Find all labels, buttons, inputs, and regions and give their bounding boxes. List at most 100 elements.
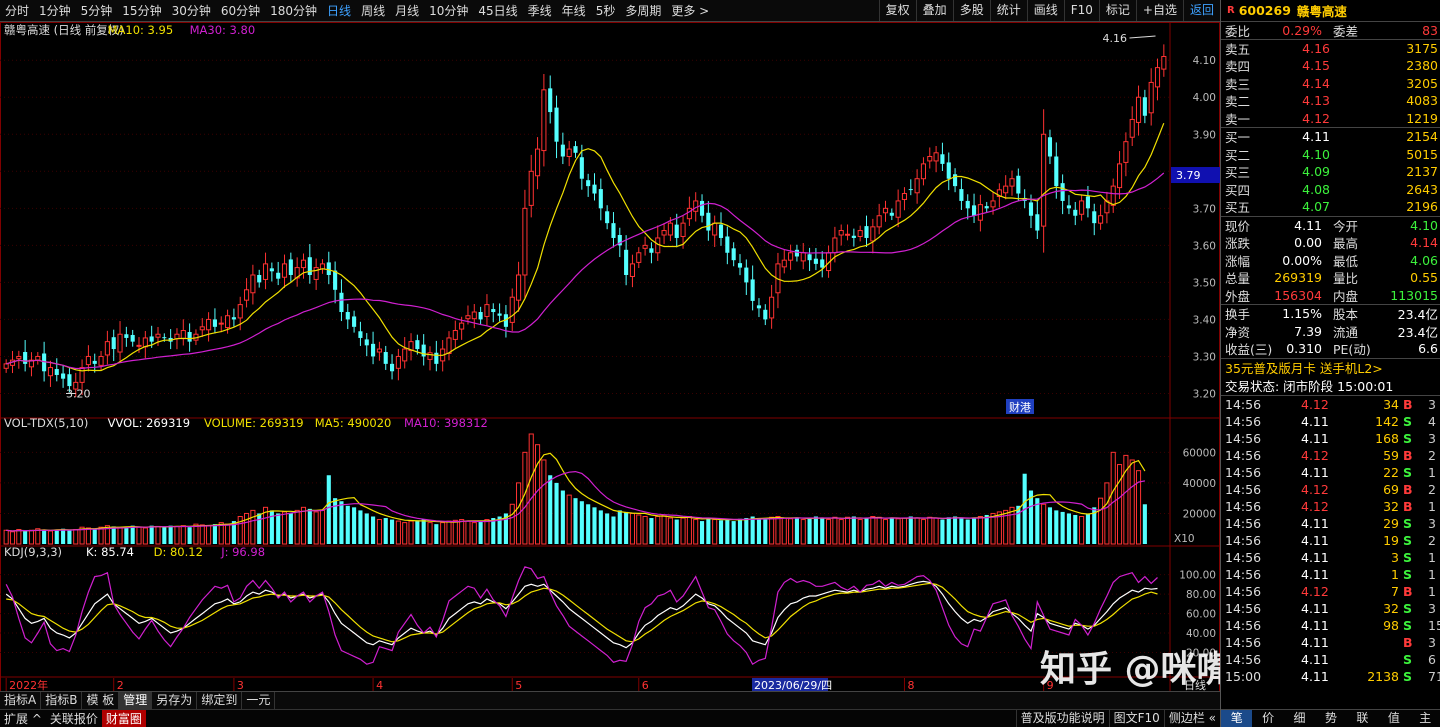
stat-label-2: 股本 <box>1333 307 1359 323</box>
tool-button-7[interactable]: +自选 <box>1135 0 1183 21</box>
tick-volume: 32 <box>1383 600 1399 616</box>
period-tab-2[interactable]: 5分钟 <box>76 2 118 19</box>
candle-body <box>358 331 363 338</box>
indicator-tab-5[interactable]: 绑定到 <box>197 692 243 709</box>
period-tab-4[interactable]: 30分钟 <box>167 2 216 19</box>
stat-value-2: 0.55 <box>1410 270 1438 286</box>
candle-body <box>560 144 565 157</box>
period-tab-3[interactable]: 15分钟 <box>117 2 166 19</box>
tool-button-8[interactable]: 返回 <box>1182 0 1220 21</box>
candle-body <box>864 226 869 238</box>
stat-value-2: 4.14 <box>1410 235 1438 251</box>
status-link-1[interactable]: 关联报价 <box>46 710 102 727</box>
status-right-2[interactable]: 侧边栏 « <box>1163 710 1220 727</box>
side-tab-3[interactable]: 势 <box>1315 710 1346 727</box>
period-tab-13[interactable]: 年线 <box>557 2 591 19</box>
candle-body <box>1161 56 1167 70</box>
period-tab-6[interactable]: 180分钟 <box>265 2 322 19</box>
tick-price: 4.11 <box>1301 532 1329 548</box>
period-tab-1[interactable]: 1分钟 <box>34 2 76 19</box>
side-tab-4[interactable]: 联 <box>1347 710 1378 727</box>
period-tab-12[interactable]: 季线 <box>523 2 557 19</box>
side-tab-2[interactable]: 细 <box>1284 710 1315 727</box>
candle-body <box>611 223 616 238</box>
side-tab-6[interactable]: 主 <box>1410 710 1440 727</box>
candle-body <box>269 268 274 272</box>
tool-button-4[interactable]: 画线 <box>1026 0 1064 21</box>
status-link-0[interactable]: 扩展 ^ <box>0 710 46 727</box>
candle-body <box>674 224 679 238</box>
volume-bar <box>193 523 199 545</box>
volume-bar <box>1129 459 1135 545</box>
candle-body <box>1135 96 1142 123</box>
side-tab-0[interactable]: 笔 <box>1221 710 1253 727</box>
kline-chart[interactable]: 3.203.303.403.503.603.703.803.904.004.10… <box>0 22 1220 692</box>
tick-row: 14:56 4.12 59 B 2 <box>1221 447 1440 464</box>
period-tab-5[interactable]: 60分钟 <box>216 2 265 19</box>
tick-count: 3 <box>1428 515 1436 531</box>
tick-count: 1 <box>1428 583 1436 599</box>
indicator-tab-3[interactable]: 管理 <box>119 692 153 709</box>
period-tab-0[interactable]: 分时 <box>0 2 34 19</box>
bids-price: 4.09 <box>1302 164 1330 180</box>
period-tab-9[interactable]: 月线 <box>390 2 424 19</box>
stats-block-2: 换手 1.15% 股本 23.4亿 净资 7.39 流通 23.4亿 收益(三) 0.310 PE(… <box>1221 304 1440 358</box>
period-tab-14[interactable]: 5秒 <box>591 2 621 19</box>
status-link-2[interactable]: 财富圈 <box>101 710 146 727</box>
tick-side: S <box>1403 413 1413 429</box>
period-tab-7[interactable]: 日线 <box>322 2 356 19</box>
stat-label: 总量 <box>1225 271 1251 287</box>
tick-count: 6 <box>1428 651 1436 667</box>
side-tab-5[interactable]: 值 <box>1378 710 1409 727</box>
tool-button-0[interactable]: 复权 <box>878 0 916 21</box>
volume-bar <box>42 530 47 544</box>
tick-side: B <box>1403 396 1413 412</box>
volume-bar <box>712 519 718 545</box>
tick-row: 14:56 4.12 34 B 3 <box>1221 396 1440 413</box>
indicator-tab-0[interactable]: 指标A <box>0 692 42 709</box>
stat-value: 4.11 <box>1294 217 1322 233</box>
tool-button-1[interactable]: 叠加 <box>915 0 953 21</box>
candle-body <box>737 263 743 268</box>
margin-flag: R <box>1227 5 1235 16</box>
promo-link[interactable]: 35元普及版月卡 送手机L2> <box>1221 357 1440 378</box>
candle-body <box>281 263 288 278</box>
candle-body <box>1009 178 1015 187</box>
indicator-tab-2[interactable]: 模 板 <box>82 692 120 709</box>
indicator-tab-6[interactable]: 一元 <box>242 692 276 709</box>
candle-body <box>92 360 97 364</box>
tick-count: 3 <box>1428 634 1436 650</box>
candle-body <box>680 222 686 237</box>
period-tab-11[interactable]: 45日线 <box>473 2 522 19</box>
volume-bar <box>294 509 300 545</box>
tool-button-6[interactable]: 标记 <box>1098 0 1136 21</box>
volume-bar <box>851 516 856 544</box>
stat-value-2: 6.6 <box>1418 341 1438 357</box>
tick-side: S <box>1403 651 1413 667</box>
volume-bar <box>1110 451 1116 545</box>
stock-header: R 600269 赣粤高速 <box>1221 0 1440 22</box>
period-tab-15[interactable]: 多周期 <box>620 2 666 19</box>
period-tab-8[interactable]: 周线 <box>356 2 390 19</box>
period-tab-16[interactable]: 更多 > <box>666 2 714 19</box>
volume-bar <box>737 518 743 544</box>
status-right-1[interactable]: 图文F10 <box>1108 710 1164 727</box>
candle-body <box>876 215 882 228</box>
tick-count: 1 <box>1428 549 1436 565</box>
tool-button-3[interactable]: 统计 <box>989 0 1027 21</box>
candle-body <box>920 163 927 180</box>
candle-body <box>85 355 91 366</box>
period-tab-10[interactable]: 10分钟 <box>424 2 473 19</box>
indicator-tab-4[interactable]: 另存为 <box>152 692 198 709</box>
volume-bar <box>617 510 622 544</box>
tool-button-2[interactable]: 多股 <box>952 0 990 21</box>
side-tab-1[interactable]: 价 <box>1252 710 1283 727</box>
tick-side: B <box>1403 498 1413 514</box>
volume-bar <box>1066 513 1072 544</box>
tool-button-5[interactable]: F10 <box>1063 0 1099 21</box>
status-right-0[interactable]: 普及版功能说明 <box>1015 710 1109 727</box>
indicator-tab-1[interactable]: 指标B <box>41 692 83 709</box>
tick-row: 14:56 4.11 32 S 3 <box>1221 600 1440 617</box>
stat-value-2: 4.10 <box>1410 217 1438 233</box>
candle-body <box>1054 156 1059 187</box>
